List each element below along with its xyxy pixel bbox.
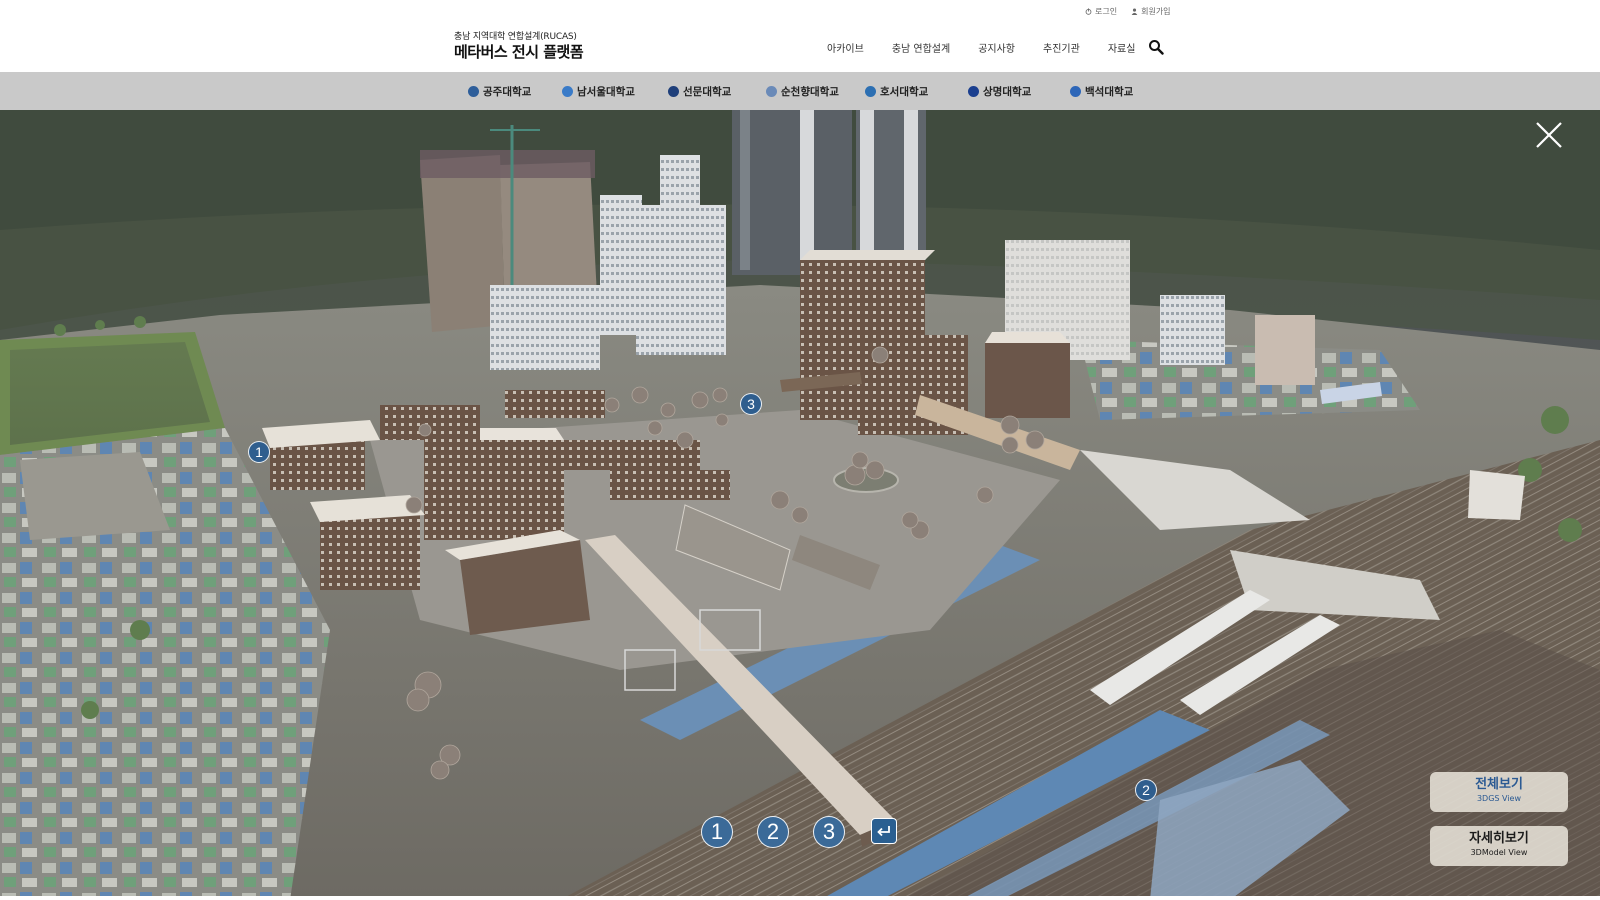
signup-link[interactable]: 회원가입: [1131, 6, 1171, 17]
university-tab-7[interactable]: 백석대학교: [1070, 84, 1133, 99]
nav-organization[interactable]: 추진기관: [1043, 40, 1080, 55]
university-label: 순천향대학교: [781, 85, 839, 98]
nav-resources[interactable]: 자료실: [1108, 40, 1136, 55]
utility-menu: 로그인 회원가입: [1085, 6, 1171, 17]
university-emblem-icon: [562, 85, 573, 97]
university-emblem-icon: [468, 85, 479, 97]
site-header: 로그인 회원가입 충남 지역대학 연합설계(RUCAS) 메타버스 전시 플랫폼…: [0, 0, 1600, 72]
logo-subtitle: 충남 지역대학 연합설계(RUCAS): [454, 32, 577, 42]
close-icon[interactable]: [1534, 120, 1564, 150]
university-label: 백석대학교: [1085, 85, 1134, 98]
return-button[interactable]: [871, 818, 897, 844]
logo-title: 메타버스 전시 플랫폼: [454, 43, 584, 61]
detail-view-button[interactable]: 자세히보기 3DModel View: [1430, 826, 1568, 866]
viewpoint-button-1[interactable]: 1: [701, 816, 733, 848]
aerial-3d-scene: [0, 110, 1600, 900]
viewpoint-button-3[interactable]: 3: [813, 816, 845, 848]
login-link[interactable]: 로그인: [1085, 6, 1117, 17]
return-arrow-icon: [877, 826, 890, 837]
detail-view-title: 자세히보기: [1469, 831, 1529, 846]
university-label: 호서대학교: [880, 85, 929, 98]
nav-joint-design[interactable]: 충남 연합설계: [892, 40, 950, 55]
viewpoint-button-2[interactable]: 2: [757, 816, 789, 848]
hotspot-marker-3[interactable]: 3: [740, 393, 762, 415]
university-label: 상명대학교: [983, 85, 1032, 98]
university-bar: 공주대학교 남서울대학교 선문대학교 순천향대학교 호서대학교 상명대학교 백석대학교: [0, 72, 1600, 110]
full-view-title: 전체보기: [1475, 777, 1523, 792]
university-label: 공주대학교: [483, 85, 532, 98]
search-icon[interactable]: [1148, 39, 1164, 55]
site-logo[interactable]: 충남 지역대학 연합설계(RUCAS) 메타버스 전시 플랫폼: [454, 32, 584, 61]
nav-archive[interactable]: 아카이브: [827, 40, 864, 55]
university-emblem-icon: [865, 85, 876, 97]
university-tab-3[interactable]: 선문대학교: [668, 84, 731, 99]
hotspot-marker-2[interactable]: 2: [1135, 779, 1157, 801]
university-emblem-icon: [968, 85, 979, 97]
metaverse-viewer[interactable]: 1 3 2 1 2 3 전체보기 3DGS View 자세히보기 3DModel…: [0, 110, 1600, 900]
login-label: 로그인: [1095, 7, 1118, 16]
nav-notice[interactable]: 공지사항: [978, 40, 1015, 55]
hotspot-marker-1[interactable]: 1: [248, 441, 270, 463]
bottom-edge: [0, 896, 1600, 900]
university-tab-5[interactable]: 호서대학교: [865, 84, 928, 99]
university-emblem-icon: [1070, 85, 1081, 97]
power-icon: [1085, 8, 1092, 15]
full-view-button[interactable]: 전체보기 3DGS View: [1430, 772, 1568, 812]
university-label: 선문대학교: [683, 85, 732, 98]
detail-view-subtitle: 3DModel View: [1470, 848, 1528, 857]
university-label: 남서울대학교: [577, 85, 635, 98]
university-tab-1[interactable]: 공주대학교: [468, 84, 531, 99]
full-view-subtitle: 3DGS View: [1476, 794, 1522, 803]
university-tab-2[interactable]: 남서울대학교: [562, 84, 635, 99]
university-emblem-icon: [766, 85, 777, 97]
user-icon: [1131, 8, 1138, 15]
university-tab-4[interactable]: 순천향대학교: [766, 84, 839, 99]
university-emblem-icon: [668, 85, 679, 97]
signup-label: 회원가입: [1141, 7, 1171, 16]
university-tab-6[interactable]: 상명대학교: [968, 84, 1031, 99]
main-navigation: 아카이브 충남 연합설계 공지사항 추진기관 자료실: [827, 40, 1135, 55]
